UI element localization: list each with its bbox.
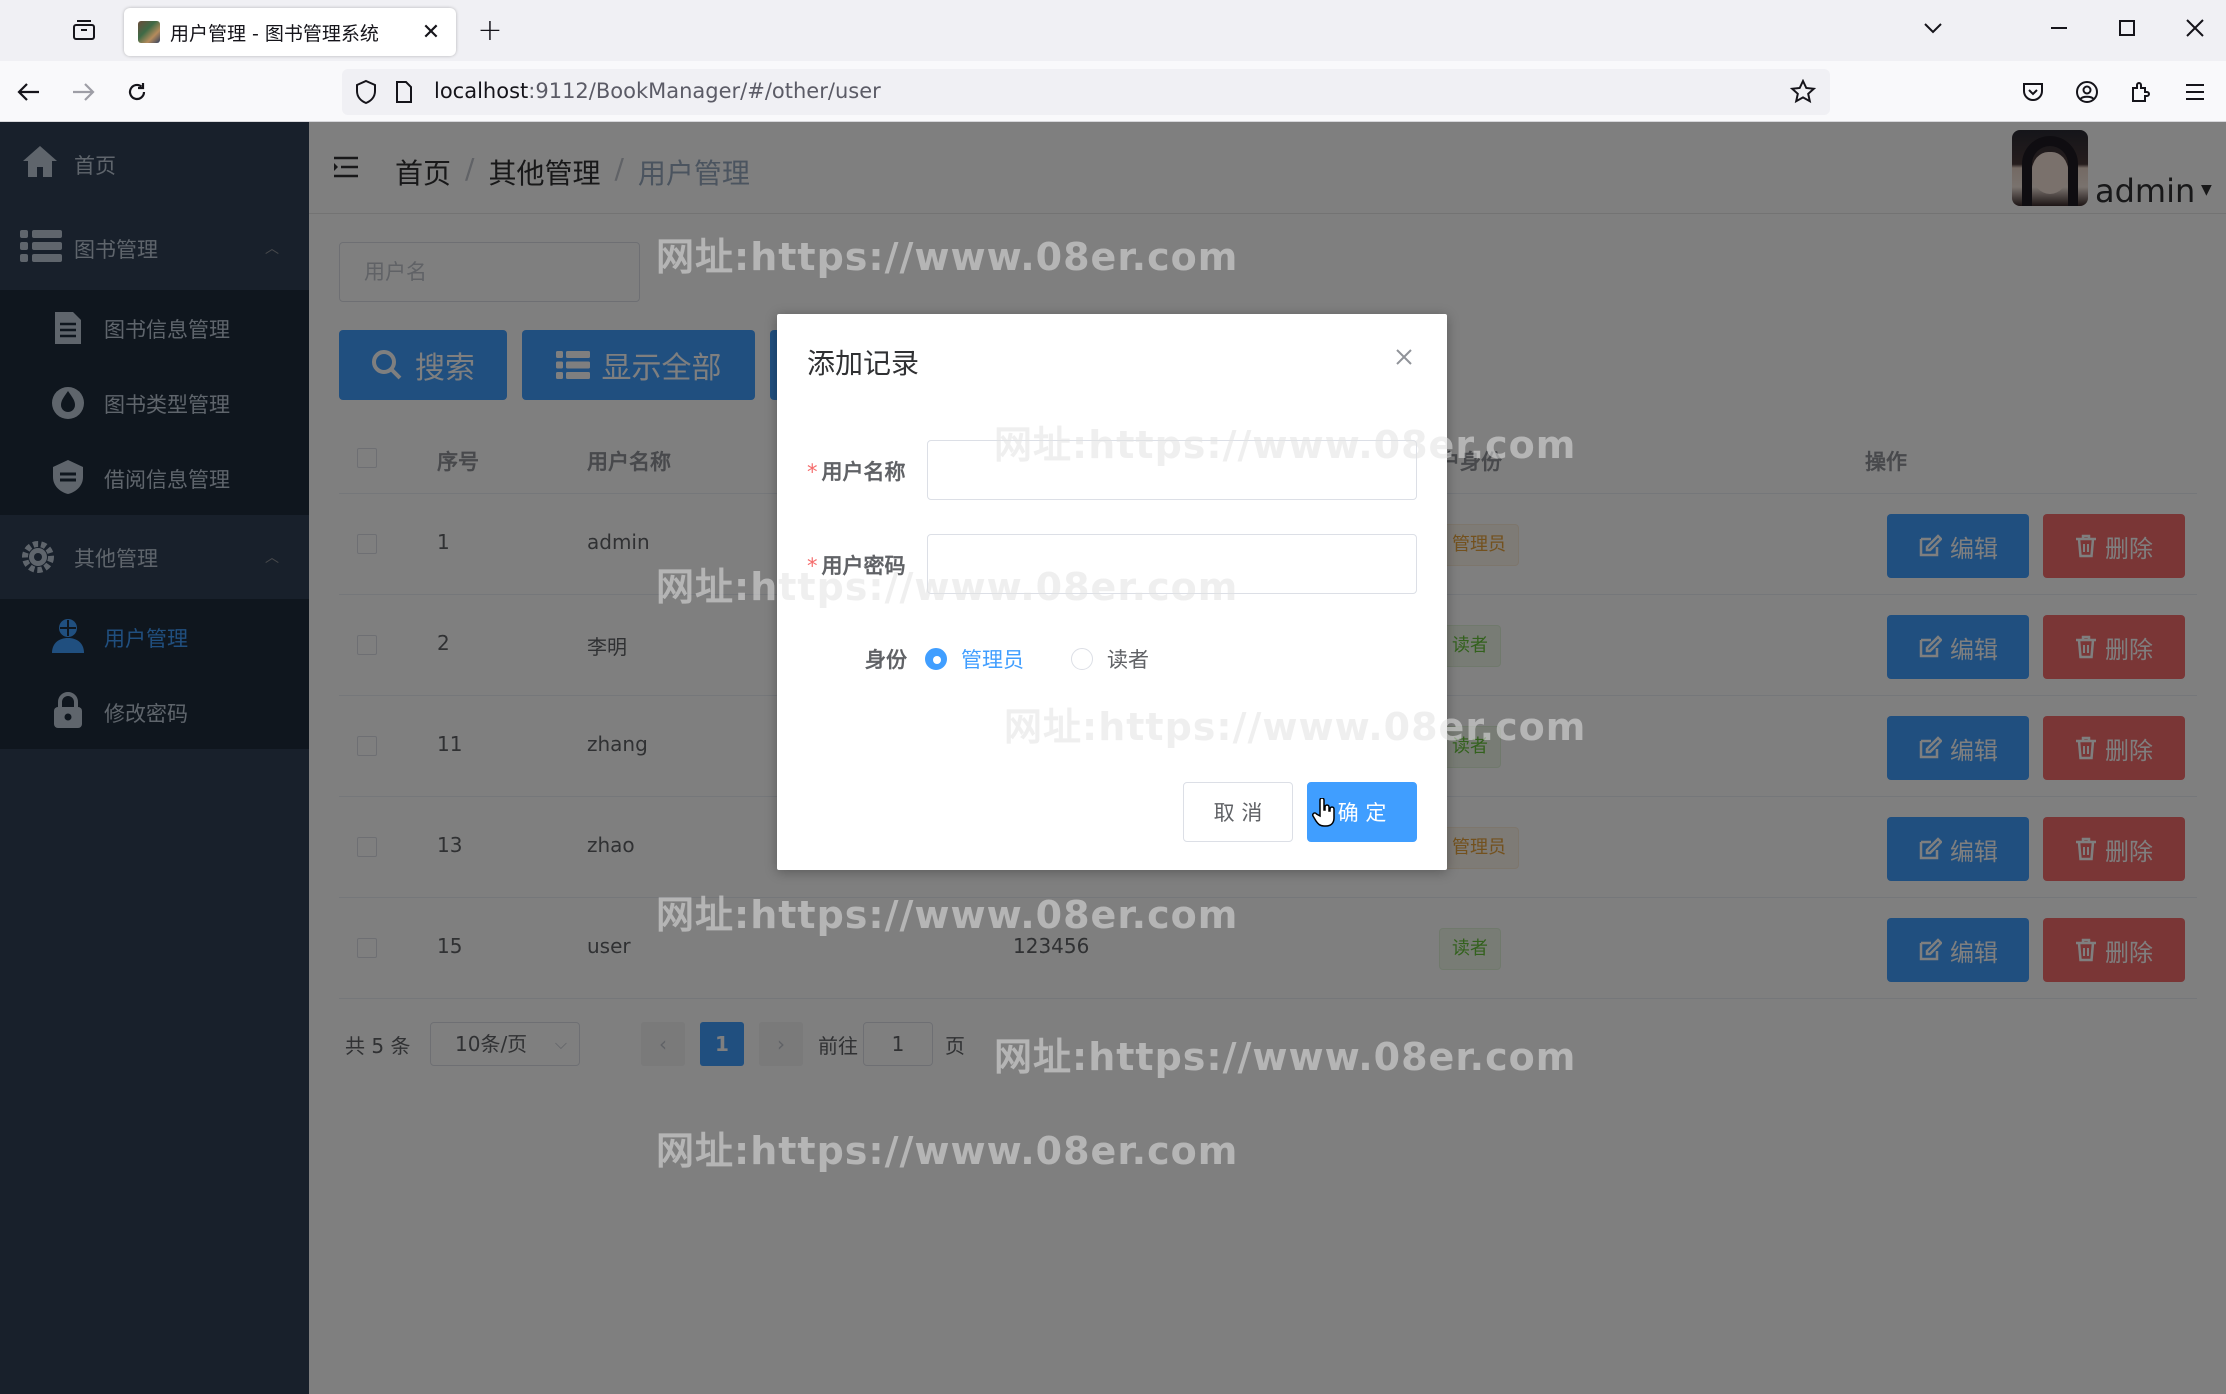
watermark: 网址:https://www.08er.com xyxy=(656,235,1239,279)
role-radio-reader[interactable]: 读者 xyxy=(1071,644,1149,674)
bookmark-star-icon[interactable] xyxy=(1789,78,1817,109)
back-icon[interactable] xyxy=(10,73,48,111)
page-icon xyxy=(394,80,414,108)
role-radio-admin-label: 管理员 xyxy=(961,648,1024,672)
required-mark: * xyxy=(807,460,818,484)
url-host: localhost xyxy=(434,79,529,103)
role-radio-reader-label: 读者 xyxy=(1107,648,1149,672)
cancel-button[interactable]: 取 消 xyxy=(1183,782,1293,842)
close-tab-icon[interactable]: ✕ xyxy=(416,17,446,47)
shield-icon[interactable] xyxy=(354,79,378,109)
watermark: 网址:https://www.08er.com xyxy=(656,565,1239,609)
watermark: 网址:https://www.08er.com xyxy=(1004,705,1587,749)
radio-checked-icon xyxy=(925,648,947,670)
reload-icon[interactable] xyxy=(118,73,156,111)
maximize-icon[interactable] xyxy=(2102,8,2152,48)
menu-icon[interactable] xyxy=(2176,73,2214,111)
new-tab-icon[interactable]: + xyxy=(472,12,508,48)
tab-title: 用户管理 - 图书管理系统 xyxy=(170,22,379,45)
favicon-icon xyxy=(138,21,160,43)
address-bar[interactable]: localhost:9112/BookManager/#/other/user xyxy=(342,69,1830,115)
tab-list-icon[interactable] xyxy=(62,14,106,46)
url-text[interactable]: localhost:9112/BookManager/#/other/user xyxy=(434,79,881,103)
account-icon[interactable] xyxy=(2068,73,2106,111)
role-radio-group: 管理员 读者 xyxy=(925,644,1225,674)
close-window-icon[interactable] xyxy=(2170,8,2220,48)
extensions-icon[interactable] xyxy=(2122,73,2160,111)
hand-cursor-icon xyxy=(1312,797,1336,832)
username-label-text: 用户名称 xyxy=(821,460,906,484)
browser-tab[interactable]: 用户管理 - 图书管理系统 ✕ xyxy=(124,8,456,56)
minimize-icon[interactable] xyxy=(2034,8,2084,48)
watermark: 网址:https://www.08er.com xyxy=(656,893,1239,937)
role-label: 身份 xyxy=(865,648,907,672)
username-label: * 用户名称 xyxy=(807,456,906,486)
dialog-title: 添加记录 xyxy=(807,347,920,380)
browser-nav-bar: localhost:9112/BookManager/#/other/user xyxy=(0,61,2226,122)
tab-overflow-icon[interactable] xyxy=(1908,8,1958,48)
role-radio-admin[interactable]: 管理员 xyxy=(925,644,1024,674)
close-icon[interactable] xyxy=(1389,342,1419,372)
watermark: 网址:https://www.08er.com xyxy=(994,1035,1577,1079)
browser-tab-bar: 用户管理 - 图书管理系统 ✕ + xyxy=(0,0,2226,61)
radio-unchecked-icon xyxy=(1071,648,1093,670)
url-path: :9112/BookManager/#/other/user xyxy=(528,79,881,103)
pocket-icon[interactable] xyxy=(2014,73,2052,111)
forward-icon[interactable] xyxy=(64,73,102,111)
watermark: 网址:https://www.08er.com xyxy=(656,1129,1239,1173)
watermark: 网址:https://www.08er.com xyxy=(994,423,1577,467)
